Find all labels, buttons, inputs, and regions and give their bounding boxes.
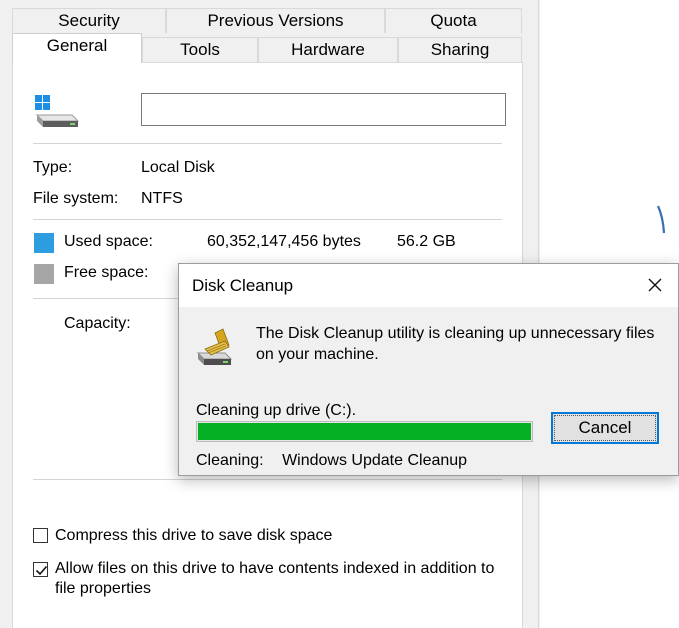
tab-quota[interactable]: Quota (385, 8, 522, 33)
tab-tools[interactable]: Tools (142, 37, 258, 62)
disk-cleanup-dialog: Disk Cleanup The Disk Cleanup utility is… (178, 263, 679, 476)
used-space-swatch (34, 233, 54, 253)
tab-general[interactable]: General (12, 33, 142, 63)
windows-drive-icon (34, 95, 80, 129)
free-space-label: Free space: (64, 264, 149, 281)
separator (33, 479, 502, 480)
free-space-swatch (34, 264, 54, 284)
cleaning-drive-label: Cleaning up drive (C:). (196, 402, 357, 419)
compress-label[interactable]: Compress this drive to save disk space (55, 526, 332, 546)
dialog-title-bar[interactable]: Disk Cleanup (179, 264, 678, 307)
file-system-label: File system: (33, 190, 119, 207)
type-label: Type: (33, 159, 73, 176)
stray-mark-icon (657, 205, 665, 234)
cleaning-status: Cleaning: Windows Update Cleanup (196, 451, 467, 471)
file-system-value: NTFS (141, 190, 183, 207)
separator (33, 219, 502, 220)
drive-name-input[interactable] (141, 93, 506, 126)
index-label-continued[interactable]: file properties (55, 579, 151, 599)
used-space-bytes: 60,352,147,456 bytes (207, 233, 361, 250)
cleanup-message-line2: on your machine. (256, 346, 379, 363)
disk-cleanup-icon (195, 327, 243, 371)
close-button[interactable] (632, 264, 678, 307)
type-value: Local Disk (141, 159, 215, 176)
tab-sharing[interactable]: Sharing (398, 37, 522, 62)
tab-previous-versions[interactable]: Previous Versions (166, 8, 385, 33)
progress-fill (198, 423, 531, 440)
separator (33, 143, 502, 144)
index-label[interactable]: Allow files on this drive to have conten… (55, 559, 494, 579)
dialog-title: Disk Cleanup (192, 276, 294, 295)
cleanup-progress-bar (196, 421, 533, 442)
checkmark-icon (35, 565, 48, 576)
cleanup-message-line1: The Disk Cleanup utility is cleaning up … (256, 325, 655, 342)
capacity-label: Capacity: (64, 315, 131, 332)
used-space-gb: 56.2 GB (397, 233, 456, 250)
index-checkbox[interactable] (33, 562, 48, 577)
tab-security[interactable]: Security (12, 8, 166, 33)
compress-checkbox[interactable] (33, 528, 48, 543)
cleaning-item: Windows Update Cleanup (282, 452, 468, 469)
cleaning-label: Cleaning: (196, 452, 264, 469)
used-space-label: Used space: (64, 233, 153, 250)
tab-hardware[interactable]: Hardware (258, 37, 398, 62)
cancel-button[interactable]: Cancel (551, 412, 659, 444)
cleanup-message: The Disk Cleanup utility is cleaning up … (256, 323, 666, 365)
close-icon (648, 278, 662, 292)
